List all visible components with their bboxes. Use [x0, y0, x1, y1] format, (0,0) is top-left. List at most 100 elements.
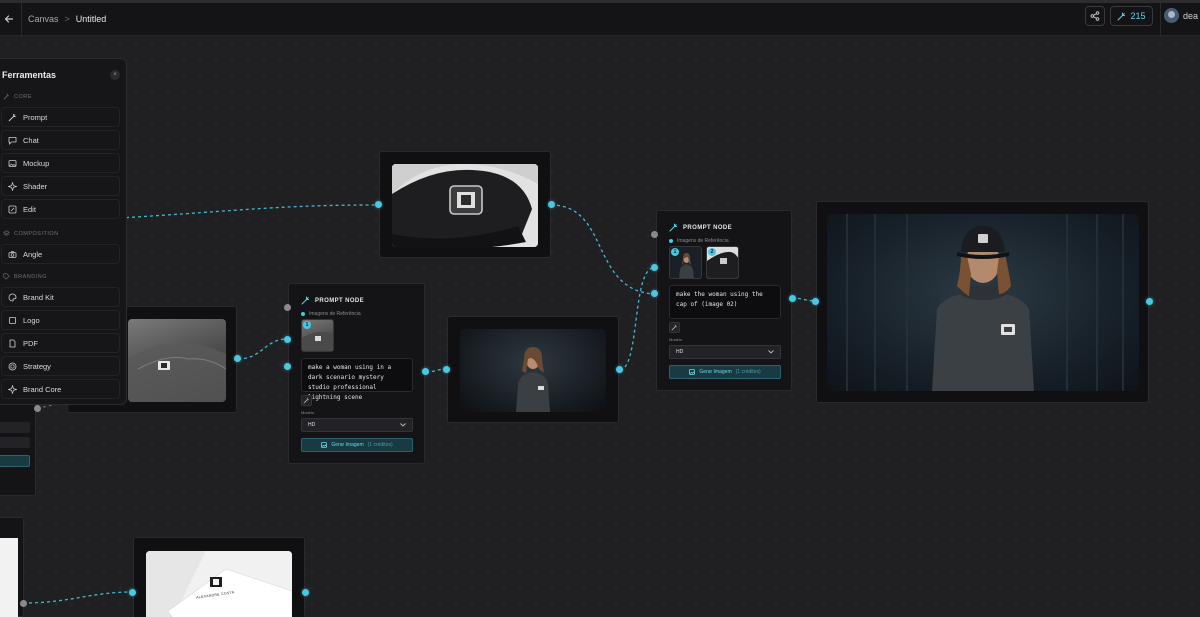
- connection-handle[interactable]: [651, 290, 658, 297]
- connection-handle[interactable]: [1146, 298, 1153, 305]
- prompt-textarea[interactable]: make the woman using the cap of (image 0…: [669, 285, 781, 319]
- connection-handle[interactable]: [34, 405, 41, 412]
- woman-cap-image: [846, 214, 1124, 391]
- prompt-node-header: PROMPT NODE: [301, 296, 364, 305]
- generate-label: Gerar Imagem: [331, 442, 364, 448]
- reference-badge: 1: [671, 248, 679, 256]
- tool-label: Logo: [23, 315, 40, 325]
- status-dot: [301, 312, 305, 316]
- prompt-node-header: PROMPT NODE: [669, 223, 732, 232]
- target-icon: [8, 362, 17, 370]
- reference-images-label: Imagens de Referência: [301, 311, 361, 317]
- tool-item-shader[interactable]: Shader: [1, 176, 120, 196]
- breadcrumb-current[interactable]: Untitled: [76, 14, 107, 24]
- prompt-node[interactable]: PROMPT NODE Imagens de Referência 1 2 ma…: [656, 210, 792, 391]
- enhance-prompt-button[interactable]: [669, 322, 680, 333]
- generate-cost: (1 créditos): [735, 369, 761, 375]
- connection-handle[interactable]: [548, 201, 555, 208]
- breadcrumb-canvas[interactable]: Canvas: [28, 14, 59, 24]
- prompt-node-title: PROMPT NODE: [315, 297, 365, 304]
- generate-image-button[interactable]: Gerar Imagem (1 créditos): [301, 438, 413, 452]
- share-button[interactable]: [1085, 6, 1105, 26]
- tool-item-logo[interactable]: Logo: [1, 310, 120, 330]
- tool-item-angle[interactable]: Angle: [1, 244, 120, 264]
- reference-thumbnail[interactable]: 1: [301, 319, 334, 352]
- reference-label-text: Imagens de Referência: [309, 311, 361, 317]
- enhance-prompt-button[interactable]: [301, 395, 312, 406]
- image-node-woman-tshirt[interactable]: [447, 316, 619, 423]
- credits-count: 215: [1130, 11, 1146, 21]
- section-branding: BRANDING: [3, 273, 47, 280]
- connection-handle[interactable]: [284, 336, 291, 343]
- tool-item-prompt[interactable]: Prompt: [1, 107, 120, 127]
- connection-handle[interactable]: [129, 589, 136, 596]
- back-button[interactable]: [0, 3, 18, 36]
- user-name: dea: [1183, 10, 1199, 21]
- tool-item-strategy[interactable]: Strategy: [1, 356, 120, 376]
- close-icon[interactable]: ×: [110, 70, 120, 80]
- wand-icon: [669, 223, 677, 232]
- section-label: COMPOSITION: [14, 230, 59, 237]
- palette-icon: [8, 293, 17, 301]
- business-card-image: ALEXANDRE COSTA: [146, 551, 292, 617]
- tool-label: Angle: [23, 249, 43, 259]
- reference-thumbnail[interactable]: 1: [669, 246, 702, 279]
- header-divider: [21, 2, 22, 36]
- connection-handle[interactable]: [616, 366, 623, 373]
- tshirt-mockup-image: [128, 319, 226, 402]
- edit-icon: [8, 205, 17, 213]
- connection-handle[interactable]: [651, 231, 658, 238]
- prompt-node[interactable]: PROMPT NODE Imagens de Referência 1 make…: [288, 283, 425, 464]
- connection-handle[interactable]: [375, 201, 382, 208]
- section-core: CORE: [3, 93, 32, 100]
- tool-label: Edit: [23, 204, 36, 214]
- tool-item-pdf[interactable]: PDF: [1, 333, 120, 353]
- wand-icon: [303, 397, 309, 404]
- tool-item-edit[interactable]: Edit: [1, 199, 120, 219]
- model-select[interactable]: HD: [301, 418, 413, 432]
- reference-images-label: Imagens de Referência: [669, 238, 729, 244]
- breadcrumb-separator: >: [64, 14, 70, 24]
- wand-icon: [8, 113, 16, 121]
- partial-node[interactable]: [0, 395, 36, 496]
- tool-label: Mockup: [23, 158, 50, 168]
- generate-label: Gerar Imagem: [699, 369, 732, 375]
- woman-image: [516, 347, 550, 412]
- connection-handle[interactable]: [812, 298, 819, 305]
- tool-item-mockup[interactable]: Mockup: [1, 153, 120, 173]
- connection-handle[interactable]: [422, 368, 429, 375]
- tool-label: Strategy: [23, 361, 51, 371]
- connection-handle[interactable]: [302, 589, 309, 596]
- image-node-business-card[interactable]: ALEXANDRE COSTA: [133, 537, 305, 617]
- tool-item-brand-kit[interactable]: Brand Kit: [1, 287, 120, 307]
- reference-thumbnail[interactable]: 2: [706, 246, 739, 279]
- tool-label: Brand Kit: [23, 292, 54, 302]
- tool-item-chat[interactable]: Chat: [1, 130, 120, 150]
- tag-icon: [3, 273, 10, 280]
- prompt-textarea[interactable]: make a woman using in a dark scenario my…: [301, 358, 413, 401]
- image-node-woman-cap[interactable]: [816, 201, 1149, 403]
- square-icon: [9, 316, 16, 324]
- image-node-cap[interactable]: [379, 151, 551, 258]
- connection-handle[interactable]: [443, 366, 450, 373]
- tool-label: Shader: [23, 181, 48, 191]
- model-select[interactable]: HD: [669, 345, 781, 359]
- connection-handle[interactable]: [789, 295, 796, 302]
- file-icon: [9, 339, 16, 347]
- credits-button[interactable]: 215: [1110, 6, 1153, 26]
- user-menu[interactable]: dea: [1164, 8, 1198, 23]
- partial-row[interactable]: [0, 437, 30, 448]
- sparkle-icon: [8, 181, 17, 191]
- connection-handle[interactable]: [651, 264, 658, 271]
- connection-handle[interactable]: [284, 304, 291, 311]
- partial-button[interactable]: [0, 455, 30, 467]
- cap-mockup-image: [392, 164, 538, 247]
- partial-row[interactable]: [0, 422, 30, 433]
- connection-handle[interactable]: [234, 355, 241, 362]
- generate-image-button[interactable]: Gerar Imagem (1 créditos): [669, 365, 781, 379]
- connection-handle[interactable]: [20, 600, 27, 607]
- tool-item-brand-core[interactable]: Brand Core: [1, 379, 120, 399]
- reference-label-text: Imagens de Referência: [677, 238, 729, 244]
- image-icon: [321, 442, 328, 448]
- connection-handle[interactable]: [284, 363, 291, 370]
